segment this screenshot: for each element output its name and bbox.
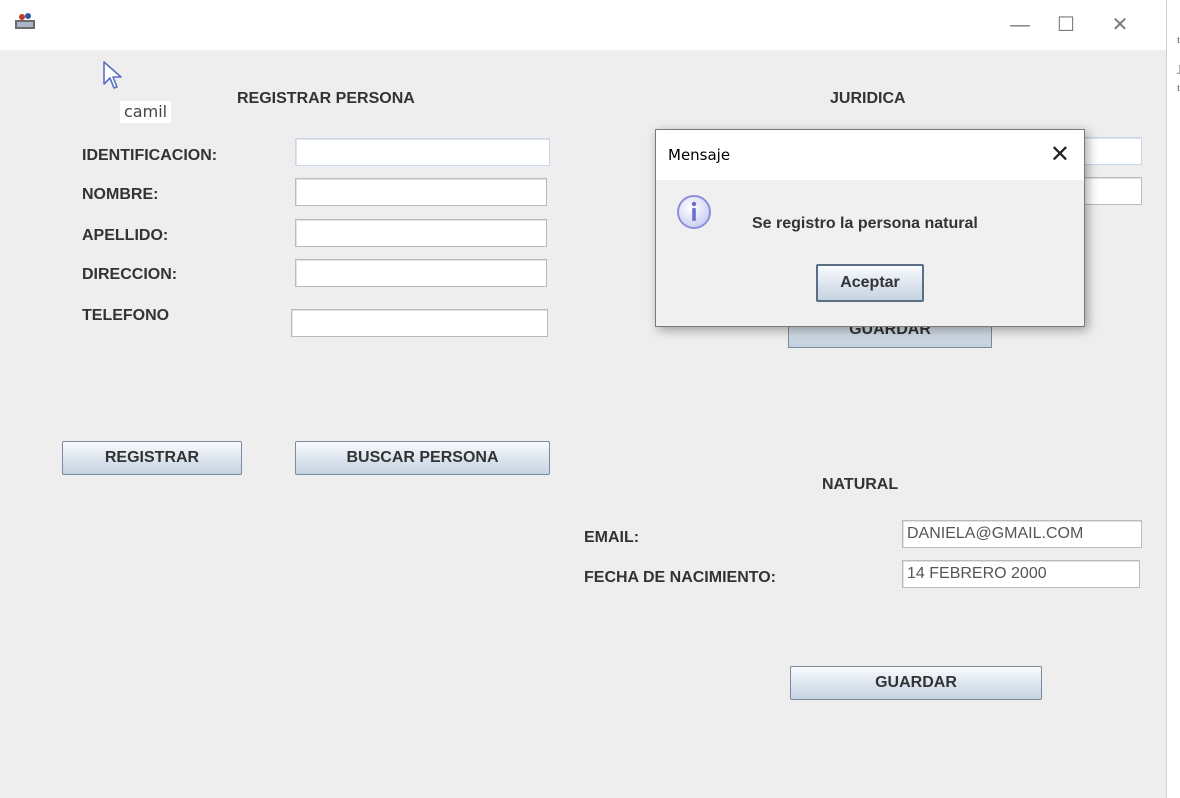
nombre-label: NOMBRE: xyxy=(82,186,159,203)
email-label: EMAIL: xyxy=(584,529,640,546)
fecha-nacimiento-label: FECHA DE NACIMIENTO: xyxy=(584,569,776,586)
mouse-cursor-icon xyxy=(103,61,122,89)
direccion-label: DIRECCION: xyxy=(82,266,178,283)
fecha-nacimiento-input[interactable] xyxy=(902,560,1140,588)
main-window: — ☐ ✕ camil REGISTRAR PERSONA IDENTIFICA… xyxy=(0,0,1166,798)
email-input[interactable] xyxy=(902,520,1142,548)
natural-guardar-button[interactable]: GUARDAR xyxy=(790,666,1042,700)
nombre-input[interactable] xyxy=(295,178,547,206)
natural-title: NATURAL xyxy=(822,476,899,493)
telefono-label: TELEFONO xyxy=(82,307,170,324)
dialog-title: Mensaje xyxy=(668,146,731,164)
aceptar-button[interactable]: Aceptar xyxy=(816,264,924,302)
dialog-message: Se registro la persona natural xyxy=(752,215,978,232)
registrar-button[interactable]: REGISTRAR xyxy=(62,441,242,475)
java-app-icon xyxy=(15,13,35,29)
message-dialog: Mensaje ✕ Se registro la persona natural… xyxy=(655,129,1085,327)
juridica-title: JURIDICA xyxy=(830,90,906,107)
maximize-button[interactable]: ☐ xyxy=(1046,10,1086,40)
telefono-input[interactable] xyxy=(291,309,548,337)
dialog-close-button[interactable]: ✕ xyxy=(1050,140,1070,168)
close-button[interactable]: ✕ xyxy=(1100,10,1140,40)
identificacion-label: IDENTIFICACION: xyxy=(82,147,218,164)
apellido-input[interactable] xyxy=(295,219,547,247)
identificacion-input[interactable] xyxy=(295,138,550,166)
minimize-button[interactable]: — xyxy=(1000,10,1040,40)
direccion-input[interactable] xyxy=(295,259,547,287)
registrar-title: REGISTRAR PERSONA xyxy=(237,90,415,107)
apellido-label: APELLIDO: xyxy=(82,227,169,244)
background-window-edge: t J t xyxy=(1166,0,1180,798)
info-icon xyxy=(677,195,711,229)
tooltip: camil xyxy=(120,101,172,123)
dialog-title-bar: Mensaje ✕ xyxy=(656,130,1084,180)
buscar-persona-button[interactable]: BUSCAR PERSONA xyxy=(295,441,550,475)
title-bar: — ☐ ✕ xyxy=(0,0,1166,50)
